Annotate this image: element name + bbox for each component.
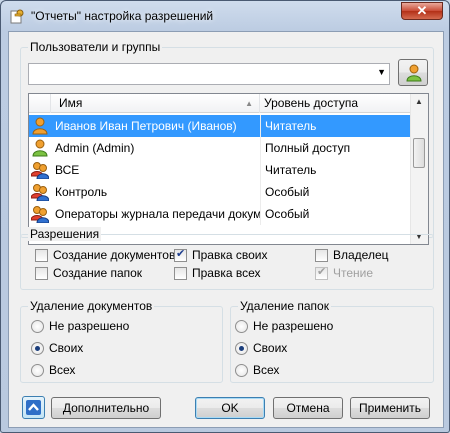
delete-folders-all-label: Всех <box>253 363 280 377</box>
list-header: Имя ▲ Уровень доступа <box>29 94 412 113</box>
apply-button-label: Применить <box>358 401 421 415</box>
list-scrollbar[interactable]: ▲ ▼ <box>410 94 428 244</box>
edit-all-label: Правка всех <box>192 266 261 280</box>
header-level[interactable]: Уровень доступа <box>260 94 412 113</box>
advanced-button-label: Дополнительно <box>62 401 150 415</box>
ok-button-label: OK <box>221 401 239 415</box>
scroll-thumb[interactable] <box>413 138 425 168</box>
header-name[interactable]: Имя ▲ <box>51 94 260 113</box>
list-row[interactable]: Admin (Admin) Полный доступ <box>29 137 412 159</box>
header-icon-col <box>29 94 51 113</box>
collapse-button[interactable] <box>22 396 45 419</box>
row-name: ВСЕ <box>55 163 80 177</box>
group-icon <box>31 162 49 179</box>
add-user-button[interactable] <box>398 59 428 86</box>
row-name: Операторы журнала передачи докум... <box>55 207 260 221</box>
cancel-button-label: Отмена <box>286 401 330 415</box>
delete-folders-none-label: Не разрешено <box>253 319 334 333</box>
dialog-client: Пользователи и группы ▼ Имя ▲ Уровень до… <box>8 31 444 428</box>
user-icon <box>406 64 422 82</box>
edit-own-checkbox[interactable] <box>174 247 187 262</box>
row-level: Читатель <box>260 159 412 181</box>
key-icon <box>9 8 25 24</box>
delete-docs-own-label: Своих <box>49 341 84 355</box>
sort-up-icon: ▲ <box>245 99 253 108</box>
list-row[interactable]: ВСЕ Читатель <box>29 159 412 181</box>
user-icon <box>32 117 48 135</box>
dialog-window: "Отчеты" настройка разрешений ✕ Пользова… <box>0 0 450 433</box>
user-combo[interactable]: ▼ <box>28 63 390 85</box>
edit-all-checkbox[interactable] <box>174 267 187 280</box>
chevron-up-icon <box>26 400 41 415</box>
edit-own-label: Правка своих <box>192 248 268 262</box>
close-button[interactable]: ✕ <box>401 2 443 20</box>
delete-docs-all-radio[interactable] <box>31 364 44 377</box>
permissions-box: Разрешения <box>20 227 434 290</box>
delete-folders-own-label: Своих <box>253 341 288 355</box>
create-documents-checkbox[interactable] <box>35 249 48 262</box>
users-list[interactable]: Имя ▲ Уровень доступа Иванов Иван Петров… <box>28 93 429 245</box>
list-row[interactable]: Контроль Особый <box>29 181 412 203</box>
apply-button[interactable]: Применить <box>350 397 430 419</box>
create-documents-label: Создание документов <box>53 248 176 262</box>
owner-checkbox[interactable] <box>315 249 328 262</box>
row-icon-cell <box>29 115 51 137</box>
window-title: "Отчеты" настройка разрешений <box>31 9 214 23</box>
delete-documents-label: Удаление документов <box>28 299 155 313</box>
row-icon-cell <box>29 203 51 225</box>
row-icon-cell <box>29 137 51 159</box>
title-bar[interactable]: "Отчеты" настройка разрешений ✕ <box>1 1 449 31</box>
user-icon <box>32 139 48 157</box>
create-folders-label: Создание папок <box>53 266 143 280</box>
cancel-button[interactable]: Отмена <box>273 397 343 419</box>
row-name: Admin (Admin) <box>55 141 135 155</box>
row-level: Полный доступ <box>260 137 412 159</box>
header-name-label: Имя <box>59 96 83 110</box>
advanced-button[interactable]: Дополнительно <box>51 397 161 419</box>
permissions-label: Разрешения <box>28 227 102 241</box>
delete-docs-none-label: Не разрешено <box>49 319 130 333</box>
row-name: Иванов Иван Петрович (Иванов) <box>51 115 260 137</box>
list-row[interactable]: Операторы журнала передачи докум... Особ… <box>29 203 412 225</box>
read-label: Чтение <box>333 266 374 280</box>
users-groups-label: Пользователи и группы <box>28 40 163 54</box>
delete-folders-label: Удаление папок <box>238 299 331 313</box>
ok-button[interactable]: OK <box>195 397 265 419</box>
create-folders-checkbox[interactable] <box>35 267 48 280</box>
row-icon-cell <box>29 181 51 203</box>
list-row[interactable]: Иванов Иван Петрович (Иванов) Читатель <box>29 115 412 137</box>
row-level: Читатель <box>260 115 412 137</box>
row-level: Особый <box>260 203 412 225</box>
group-icon <box>31 206 49 223</box>
delete-docs-own-radio[interactable] <box>31 342 44 355</box>
row-icon-cell <box>29 159 51 181</box>
close-icon: ✕ <box>416 3 428 18</box>
header-level-label: Уровень доступа <box>264 96 359 110</box>
chevron-down-icon[interactable]: ▼ <box>377 67 386 77</box>
delete-docs-none-radio[interactable] <box>31 320 44 333</box>
row-name: Контроль <box>55 185 108 199</box>
group-icon <box>31 184 49 201</box>
read-checkbox <box>315 265 328 280</box>
row-level: Особый <box>260 181 412 203</box>
delete-folders-own-radio[interactable] <box>235 342 248 355</box>
owner-label: Владелец <box>333 248 389 262</box>
delete-docs-all-label: Всех <box>49 363 76 377</box>
delete-folders-none-radio[interactable] <box>235 320 248 333</box>
scroll-up-icon[interactable]: ▲ <box>415 97 423 106</box>
delete-folders-all-radio[interactable] <box>235 364 248 377</box>
